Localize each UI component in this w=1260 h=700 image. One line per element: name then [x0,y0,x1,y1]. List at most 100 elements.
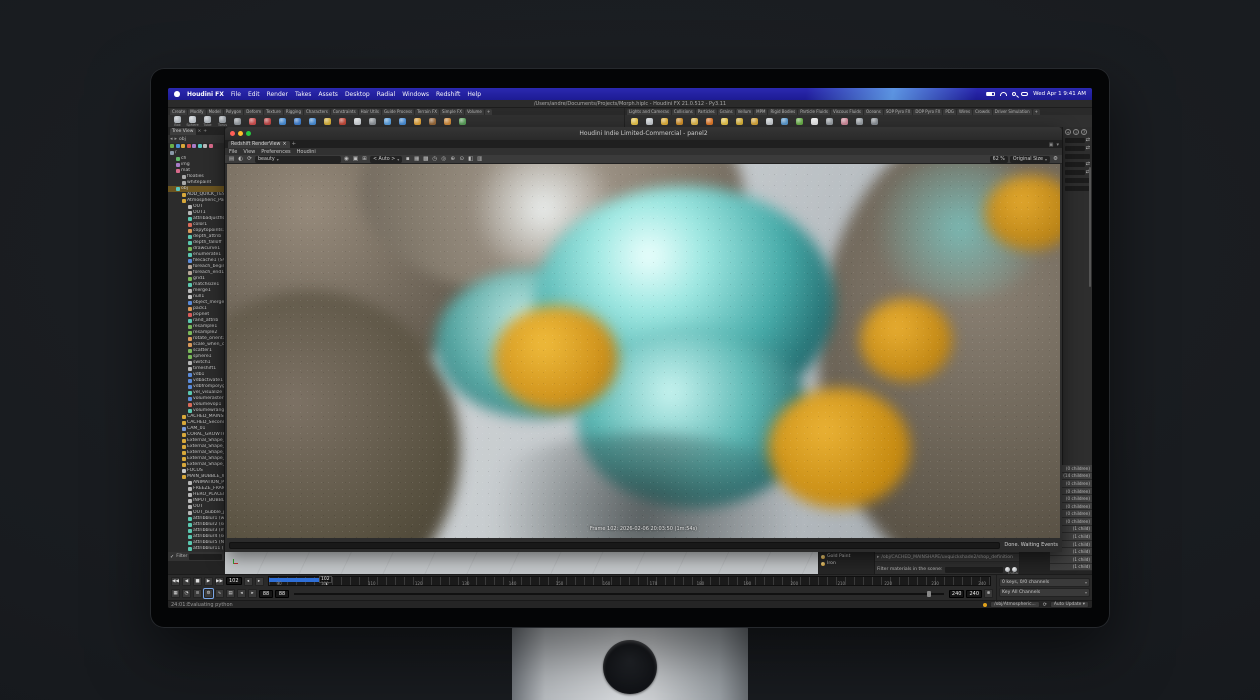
close-tab-icon[interactable]: × [198,129,202,134]
material-item[interactable]: Iron [819,560,874,567]
shelf-tab[interactable]: Constraints [331,109,358,115]
shelf-tab[interactable]: Driver Simulation [993,109,1032,115]
new-tab-icon[interactable]: + [203,129,207,134]
help-icon[interactable]: ? [1081,129,1087,135]
menubar-clock[interactable]: Wed Apr 1 9:41 AM [1033,91,1086,97]
shelf-tool[interactable] [794,118,805,125]
parameter-field[interactable] [1065,186,1090,191]
menubar-item[interactable]: Render [267,91,288,98]
control-center-icon[interactable] [1021,92,1028,96]
shelf-tab[interactable]: Texture [264,109,283,115]
bucket-mode-select[interactable]: < Auto >▾ [370,156,402,163]
alpha-icon[interactable]: ▣ [352,156,359,163]
image-size-select[interactable]: Original Size▾ [1010,156,1050,163]
filter-geometry-icon[interactable] [170,144,174,148]
shelf-tab[interactable]: DOP Pyro FX [913,109,942,115]
panel-menu-item[interactable]: Houdini [297,149,316,155]
filter-checkbox[interactable]: ✓ [170,554,174,560]
shelf-tab[interactable]: Guide Process [382,109,414,115]
shelf-tool[interactable] [734,118,745,125]
snapshot-icon[interactable]: ◐ [237,156,244,163]
crop-region-icon[interactable]: ⊞ [361,156,368,163]
prev-frame-button[interactable]: ◂ [244,577,253,586]
shelf-tool[interactable] [307,118,318,125]
shelf-tool[interactable]: Tube [202,116,213,127]
go-to-start-button[interactable]: ◀◀ [171,577,180,586]
shelf-tab[interactable]: Lights and Cameras [627,109,671,115]
shelf-tab[interactable]: Characters [304,109,330,115]
shelf-tab[interactable]: Hair Utils [359,109,381,115]
shelf-tool[interactable]: Box [172,116,183,127]
shelf-tab[interactable]: Modify [188,109,205,115]
filter-light-icon[interactable] [181,144,185,148]
shelf-tab[interactable]: Oceans [864,109,883,115]
key-all-channels-dropdown[interactable]: Key All Channels▾ [999,588,1090,597]
shelf-tool[interactable] [262,118,273,125]
checker-background-icon[interactable]: ▩ [422,156,429,163]
children-count-row[interactable]: (1 child) [1050,556,1092,564]
shelf-tool[interactable] [689,118,700,125]
shelf-tool[interactable] [397,118,408,125]
shelf-tool[interactable] [779,118,790,125]
shelf-tool[interactable] [292,118,303,125]
range-slider[interactable] [294,593,944,595]
shelf-tool[interactable] [232,118,243,125]
shelf-tool[interactable] [352,118,363,125]
shelf-tab[interactable]: Particle Fluids [798,109,830,115]
channel-link-icon[interactable]: ⇄ [1086,138,1090,143]
shelf-tab[interactable]: + [1033,109,1040,115]
shelf-tool[interactable] [719,118,730,125]
rgb-channels-icon[interactable]: ◉ [343,156,350,163]
menubar-item[interactable]: Assets [318,91,338,98]
shelf-tab[interactable]: Deform [244,109,263,115]
material-filter-input[interactable] [945,567,1003,573]
filter-dop-icon[interactable] [187,144,191,148]
zoom-level-field[interactable]: 62 % [990,156,1008,163]
shelf-tab[interactable]: Grains [718,109,735,115]
export-flipbook-icon[interactable]: ≡ [193,589,202,598]
layers-icon[interactable]: ▥ [476,156,483,163]
shelf-tab[interactable]: Terrain FX [415,109,439,115]
zoom-icon[interactable]: + [1065,129,1071,135]
next-frame-button[interactable]: ▸ [255,577,264,586]
close-tab-icon[interactable]: × [282,141,286,148]
parameter-field[interactable] [1065,170,1085,175]
menubar-item[interactable]: Takes [295,91,311,98]
range-start-field-2[interactable]: 88 [275,590,289,598]
shelf-tab[interactable]: Polygon [224,109,244,115]
shelf-tab[interactable]: Simple FX [440,109,464,115]
gear-icon[interactable]: ⚙ [1052,156,1059,163]
shelf-tool[interactable]: Torus [217,116,228,127]
shelf-tool[interactable] [412,118,423,125]
shelf-tab[interactable]: Rigging [284,109,303,115]
shelf-tab[interactable]: Rigid Bodies [768,109,797,115]
shelf-tool[interactable] [674,118,685,125]
go-to-end-button[interactable]: ▶▶ [215,577,224,586]
filter-camera-icon[interactable] [176,144,180,148]
panel-menu-item[interactable]: View [243,149,255,155]
grid-icon[interactable]: ▦ [413,156,420,163]
menubar-item[interactable]: Edit [248,91,260,98]
render-image[interactable]: Frame 102: 2026-02-06 20:03:50 (1m:54s) [227,164,1060,538]
zoom-in-icon[interactable]: ⊕ [449,156,456,163]
play-backward-button[interactable]: ◀ [182,577,191,586]
tree-path[interactable]: obj [179,137,186,142]
save-image-icon[interactable]: ▤ [228,156,235,163]
app-menu[interactable]: Houdini FX [187,91,224,98]
filter-other-icon[interactable] [203,144,207,148]
range-end-field[interactable]: 240 [949,590,965,598]
shelf-tab[interactable]: Wires [957,109,972,115]
shelf-tool[interactable] [659,118,670,125]
material-item[interactable]: Gold Paint [819,553,874,560]
auto-update-dropdown[interactable]: Auto Update ▾ [1050,601,1089,608]
play-button[interactable]: ▶ [204,577,213,586]
shelf-tab[interactable]: SOP Pyro FX [884,109,912,115]
shelf-tool[interactable] [764,118,775,125]
info-icon[interactable]: i [1073,129,1079,135]
shelf-tool[interactable] [809,118,820,125]
clock-icon[interactable]: ◷ [431,156,438,163]
compare-icon[interactable]: ◧ [467,156,474,163]
shelf-tab[interactable]: MPM [754,109,767,115]
panel-titlebar[interactable]: Houdini Indie Limited-Commercial - panel… [225,127,1062,140]
menubar-item[interactable]: Radial [377,91,396,98]
